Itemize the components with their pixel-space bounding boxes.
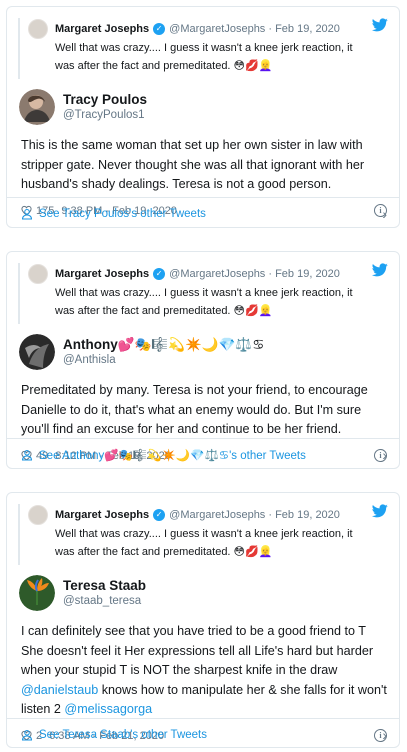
quoted-tweet[interactable]: Margaret Josephs ✓ @MargaretJosephs · Fe… xyxy=(18,18,388,79)
person-icon xyxy=(21,208,33,219)
see-other-tweets-label[interactable]: See Tracy Poulos's other Tweets xyxy=(39,208,206,220)
tweet-card[interactable]: Margaret Josephs ✓ @MargaretJosephs · Fe… xyxy=(6,492,400,748)
quoted-tweet-text: Well that was crazy.... I guess it wasn'… xyxy=(55,287,353,317)
verified-icon: ✓ xyxy=(153,23,166,35)
see-other-tweets-link[interactable]: See Tracy Poulos's other Tweets › xyxy=(7,198,399,227)
avatar[interactable] xyxy=(19,89,55,125)
mention-link[interactable]: @danielstaub xyxy=(21,683,98,697)
chevron-right-icon[interactable]: › xyxy=(382,447,387,463)
person-icon xyxy=(21,729,33,740)
author-handle[interactable]: @Anthisla xyxy=(63,353,264,368)
tweet-text: This is the same woman that set up her o… xyxy=(21,138,365,191)
quoted-tweet[interactable]: Margaret Josephs ✓ @MargaretJosephs · Fe… xyxy=(18,504,388,565)
tweet-card[interactable]: Margaret Josephs ✓ @MargaretJosephs · Fe… xyxy=(6,6,400,228)
quoted-author-handle[interactable]: @MargaretJosephs · Feb 19, 2020 xyxy=(169,509,340,521)
avatar[interactable] xyxy=(19,334,55,370)
quoted-author-name[interactable]: Margaret Josephs xyxy=(55,268,149,280)
see-other-tweets-link[interactable]: See Anthony💕🎭🎼💫✴️🌙💎⚖️♋'s other Tweets › xyxy=(7,439,399,468)
twitter-bird-icon[interactable] xyxy=(372,263,388,277)
avatar[interactable] xyxy=(28,19,48,39)
avatar[interactable] xyxy=(19,575,55,611)
twitter-bird-icon[interactable] xyxy=(372,18,388,32)
avatar[interactable] xyxy=(28,264,48,284)
quoted-tweet[interactable]: Margaret Josephs ✓ @MargaretJosephs · Fe… xyxy=(18,263,388,324)
mention-link[interactable]: @melissagorga xyxy=(64,702,152,716)
person-icon xyxy=(21,449,33,460)
quoted-tweet-text: Well that was crazy.... I guess it wasn'… xyxy=(55,42,353,72)
chevron-right-icon[interactable]: › xyxy=(382,727,387,743)
verified-icon: ✓ xyxy=(153,509,166,521)
twitter-bird-icon[interactable] xyxy=(372,504,388,518)
see-other-tweets-link[interactable]: See Teresa Staab's other Tweets › xyxy=(7,719,399,747)
tweet-text: Premeditated by many. Teresa is not your… xyxy=(21,383,368,436)
quoted-author-name[interactable]: Margaret Josephs xyxy=(55,509,149,521)
author-name[interactable]: Teresa Staab xyxy=(63,577,146,594)
chevron-right-icon[interactable]: › xyxy=(382,206,387,222)
quoted-author-name[interactable]: Margaret Josephs xyxy=(55,23,149,35)
see-other-tweets-label[interactable]: See Anthony💕🎭🎼💫✴️🌙💎⚖️♋'s other Tweets xyxy=(39,448,306,462)
tweet-card[interactable]: Margaret Josephs ✓ @MargaretJosephs · Fe… xyxy=(6,251,400,469)
author-name[interactable]: Tracy Poulos xyxy=(63,91,147,108)
tweet-text-part: I can definitely see that you have tried… xyxy=(21,624,374,677)
verified-icon: ✓ xyxy=(153,268,166,280)
author-name[interactable]: Anthony💕🎭🎼💫✴️🌙💎⚖️♋ xyxy=(63,336,264,353)
tweet-text: I can definitely see that you have tried… xyxy=(21,622,387,720)
author-handle[interactable]: @TracyPoulos1 xyxy=(63,108,147,123)
see-other-tweets-label[interactable]: See Teresa Staab's other Tweets xyxy=(39,729,207,741)
quoted-author-handle[interactable]: @MargaretJosephs · Feb 19, 2020 xyxy=(169,268,340,280)
quoted-tweet-text: Well that was crazy.... I guess it wasn'… xyxy=(55,528,353,558)
author-handle[interactable]: @staab_teresa xyxy=(63,594,146,609)
quoted-author-handle[interactable]: @MargaretJosephs · Feb 19, 2020 xyxy=(169,23,340,35)
avatar[interactable] xyxy=(28,505,48,525)
